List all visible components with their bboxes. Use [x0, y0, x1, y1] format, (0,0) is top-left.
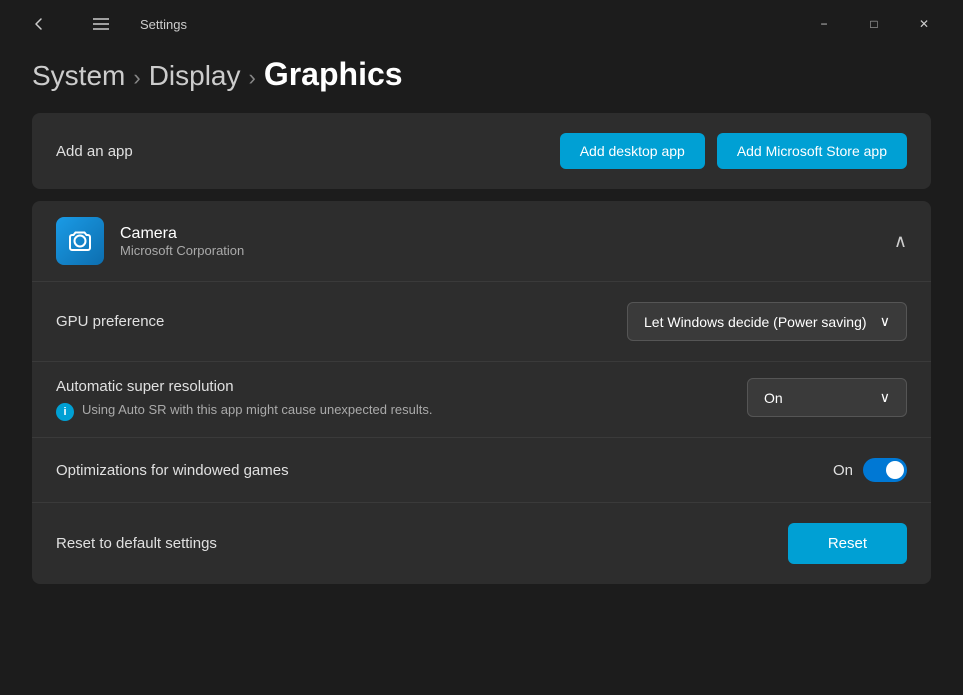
gpu-preference-dropdown[interactable]: Let Windows decide (Power saving) ∨: [627, 302, 907, 341]
main-content: Add an app Add desktop app Add Microsoft…: [0, 113, 963, 584]
auto-sr-dropdown[interactable]: On ∨: [747, 378, 907, 417]
reset-label: Reset to default settings: [56, 535, 217, 552]
window-title: Settings: [140, 17, 187, 32]
add-app-buttons: Add desktop app Add Microsoft Store app: [560, 133, 907, 169]
breadcrumb-sep2: ›: [249, 65, 256, 91]
windowed-games-toggle[interactable]: [863, 458, 907, 482]
auto-sr-row: Automatic super resolution i Using Auto …: [32, 362, 931, 438]
gpu-preference-value: Let Windows decide (Power saving): [644, 314, 867, 330]
windowed-games-row: Optimizations for windowed games On: [32, 438, 931, 503]
breadcrumb-system[interactable]: System: [32, 60, 125, 92]
add-app-label: Add an app: [56, 143, 133, 160]
info-icon: i: [56, 403, 74, 421]
collapse-button[interactable]: ∧: [894, 231, 907, 252]
reset-button[interactable]: Reset: [788, 523, 907, 564]
back-button[interactable]: [16, 8, 62, 40]
app-publisher: Microsoft Corporation: [120, 243, 244, 258]
windowed-games-toggle-label: On: [833, 462, 853, 479]
breadcrumb-display[interactable]: Display: [149, 60, 241, 92]
app-name: Camera: [120, 225, 244, 243]
camera-app-section: Camera Microsoft Corporation ∧ GPU prefe…: [32, 201, 931, 584]
reset-row: Reset to default settings Reset: [32, 503, 931, 584]
camera-app-icon: [56, 217, 104, 265]
add-app-section: Add an app Add desktop app Add Microsoft…: [32, 113, 931, 189]
title-bar-left: Settings: [16, 8, 187, 40]
gpu-preference-label: GPU preference: [56, 313, 164, 330]
auto-sr-left: Automatic super resolution i Using Auto …: [56, 378, 747, 421]
minimize-button[interactable]: −: [801, 8, 847, 40]
windowed-games-toggle-wrapper: On: [833, 458, 907, 482]
close-button[interactable]: ✕: [901, 8, 947, 40]
maximize-button[interactable]: □: [851, 8, 897, 40]
auto-sr-desc: i Using Auto SR with this app might caus…: [56, 401, 747, 421]
add-desktop-app-button[interactable]: Add desktop app: [560, 133, 705, 169]
menu-button[interactable]: [78, 8, 124, 40]
auto-sr-description: Using Auto SR with this app might cause …: [82, 401, 432, 419]
auto-sr-title: Automatic super resolution: [56, 378, 747, 395]
app-header: Camera Microsoft Corporation ∧: [32, 201, 931, 282]
breadcrumb: System › Display › Graphics: [0, 48, 963, 113]
windowed-games-label: Optimizations for windowed games: [56, 462, 289, 479]
gpu-preference-row: GPU preference Let Windows decide (Power…: [32, 282, 931, 362]
add-store-app-button[interactable]: Add Microsoft Store app: [717, 133, 907, 169]
auto-sr-value: On: [764, 390, 783, 406]
app-info: Camera Microsoft Corporation: [56, 217, 244, 265]
title-bar-controls: − □ ✕: [801, 8, 947, 40]
title-bar: Settings − □ ✕: [0, 0, 963, 48]
toggle-slider: [863, 458, 907, 482]
app-details: Camera Microsoft Corporation: [120, 225, 244, 258]
breadcrumb-sep1: ›: [133, 65, 140, 91]
dropdown-chevron-icon: ∨: [880, 313, 890, 330]
auto-sr-chevron-icon: ∨: [880, 389, 890, 406]
breadcrumb-current: Graphics: [264, 56, 403, 93]
